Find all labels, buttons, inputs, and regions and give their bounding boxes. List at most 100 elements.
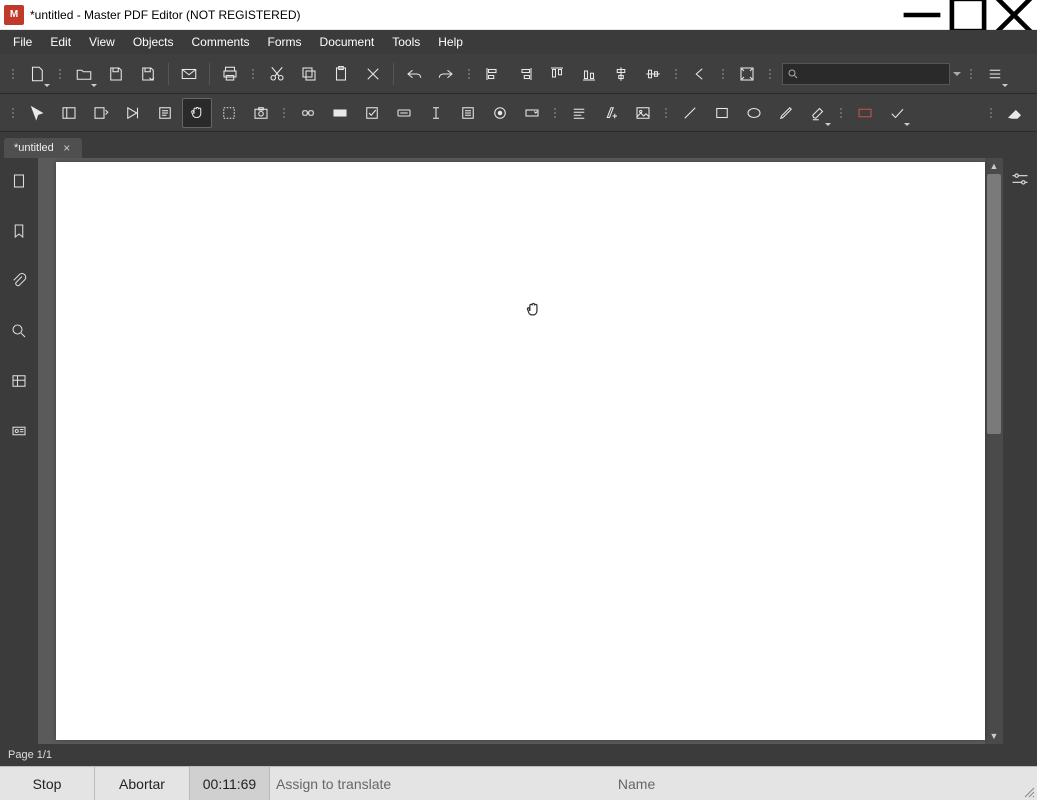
copy-button[interactable] [294, 59, 324, 89]
align-center-v-button[interactable] [638, 59, 668, 89]
align-top-button[interactable] [542, 59, 572, 89]
stop-button[interactable]: Stop [0, 767, 95, 800]
menu-objects[interactable]: Objects [124, 32, 183, 52]
scroll-down-icon[interactable]: ▼ [985, 728, 1003, 744]
insert-image-tool-button[interactable] [628, 98, 658, 128]
page-status-label: Page 1/1 [8, 749, 52, 761]
list-box-tool-button[interactable] [453, 98, 483, 128]
menu-forms[interactable]: Forms [259, 32, 311, 52]
abort-button[interactable]: Abortar [95, 767, 190, 800]
highlighter-tool-button[interactable] [803, 98, 833, 128]
radio-button-tool-button[interactable] [485, 98, 515, 128]
checkmark-tool-button[interactable] [882, 98, 912, 128]
line-tool-button[interactable] [675, 98, 705, 128]
timer-display: 00:11:69 [190, 767, 270, 800]
paste-button[interactable] [326, 59, 356, 89]
align-center-h-button[interactable] [606, 59, 636, 89]
search-box[interactable] [782, 63, 950, 85]
edit-field-button[interactable] [325, 98, 355, 128]
menu-file[interactable]: File [4, 32, 41, 52]
tab-untitled[interactable]: *untitled × [4, 138, 82, 158]
prev-page-button[interactable] [685, 59, 715, 89]
maximize-button[interactable] [945, 0, 991, 30]
ellipse-tool-button[interactable] [739, 98, 769, 128]
open-file-button[interactable] [69, 59, 99, 89]
align-right-button[interactable] [510, 59, 540, 89]
title-bar: M *untitled - Master PDF Editor (NOT REG… [0, 0, 1037, 30]
eraser-tool-button[interactable] [1000, 98, 1030, 128]
menu-tools[interactable]: Tools [383, 32, 429, 52]
combo-box-tool-button[interactable] [517, 98, 547, 128]
save-button[interactable] [101, 59, 131, 89]
menu-view[interactable]: View [80, 32, 124, 52]
edit-text-tool-button[interactable] [54, 98, 84, 128]
name-field[interactable]: Name [612, 767, 1021, 800]
search-panel-button[interactable] [6, 318, 32, 344]
hand-tool-button[interactable] [182, 98, 212, 128]
new-file-button[interactable] [22, 59, 52, 89]
delete-button[interactable] [358, 59, 388, 89]
scroll-up-icon[interactable]: ▲ [985, 158, 1003, 174]
document-tabs: *untitled × [0, 132, 1037, 158]
menu-edit[interactable]: Edit [41, 32, 80, 52]
align-left-button[interactable] [478, 59, 508, 89]
bottom-bar: Stop Abortar 00:11:69 Assign to translat… [0, 766, 1037, 800]
status-bar: Page 1/1 [0, 744, 1037, 766]
scroll-thumb[interactable] [987, 174, 1001, 434]
minimize-button[interactable] [899, 0, 945, 30]
document-area[interactable]: ▲ ▼ [38, 158, 1003, 744]
print-button[interactable] [215, 59, 245, 89]
select-tool-button[interactable] [22, 98, 52, 128]
resize-grip-icon[interactable] [1021, 767, 1037, 800]
right-panel [1003, 158, 1037, 744]
insert-text-tool-button[interactable] [596, 98, 626, 128]
select-area-tool-button[interactable] [214, 98, 244, 128]
align-bottom-button[interactable] [574, 59, 604, 89]
snapshot-tool-button[interactable] [246, 98, 276, 128]
app-icon: M [4, 5, 24, 25]
tab-close-icon[interactable]: × [60, 141, 74, 155]
toolbar-tools [0, 94, 1037, 132]
page-canvas[interactable] [56, 162, 985, 740]
vertical-scrollbar[interactable]: ▲ ▼ [985, 158, 1003, 744]
pencil-tool-button[interactable] [771, 98, 801, 128]
link-tool-button[interactable] [293, 98, 323, 128]
pages-panel-button[interactable] [6, 168, 32, 194]
search-input[interactable] [803, 68, 945, 80]
edit-document-tool-button[interactable] [118, 98, 148, 128]
menu-bar: File Edit View Objects Comments Forms Do… [0, 30, 1037, 54]
bookmarks-panel-button[interactable] [6, 218, 32, 244]
menu-more-button[interactable] [980, 59, 1010, 89]
properties-panel-button[interactable] [1010, 172, 1030, 191]
save-as-button[interactable] [133, 59, 163, 89]
paragraph-tool-button[interactable] [564, 98, 594, 128]
signatures-panel-button[interactable] [6, 418, 32, 444]
tab-label: *untitled [14, 142, 54, 154]
vertical-selection-tool-button[interactable] [150, 98, 180, 128]
fit-page-button[interactable] [732, 59, 762, 89]
text-field-tool-button[interactable] [421, 98, 451, 128]
attachments-panel-button[interactable] [6, 268, 32, 294]
undo-button[interactable] [399, 59, 429, 89]
hand-cursor-icon [523, 300, 543, 327]
cut-button[interactable] [262, 59, 292, 89]
thumbnails-panel-button[interactable] [6, 368, 32, 394]
redo-button[interactable] [431, 59, 461, 89]
toolbar-main [0, 54, 1037, 94]
rectangle-tool-button[interactable] [707, 98, 737, 128]
checkbox-tool-button[interactable] [357, 98, 387, 128]
assign-field[interactable]: Assign to translate [270, 767, 612, 800]
edit-forms-tool-button[interactable] [86, 98, 116, 128]
left-panel [0, 158, 38, 744]
menu-comments[interactable]: Comments [183, 32, 259, 52]
stamp-tool-button[interactable] [850, 98, 880, 128]
menu-help[interactable]: Help [429, 32, 472, 52]
workspace: ▲ ▼ [0, 158, 1037, 744]
search-icon [787, 68, 799, 80]
email-button[interactable] [174, 59, 204, 89]
menu-document[interactable]: Document [311, 32, 384, 52]
button-tool-button[interactable] [389, 98, 419, 128]
close-button[interactable] [991, 0, 1037, 30]
search-dropdown[interactable] [950, 72, 964, 76]
window-title: *untitled - Master PDF Editor (NOT REGIS… [30, 8, 301, 22]
